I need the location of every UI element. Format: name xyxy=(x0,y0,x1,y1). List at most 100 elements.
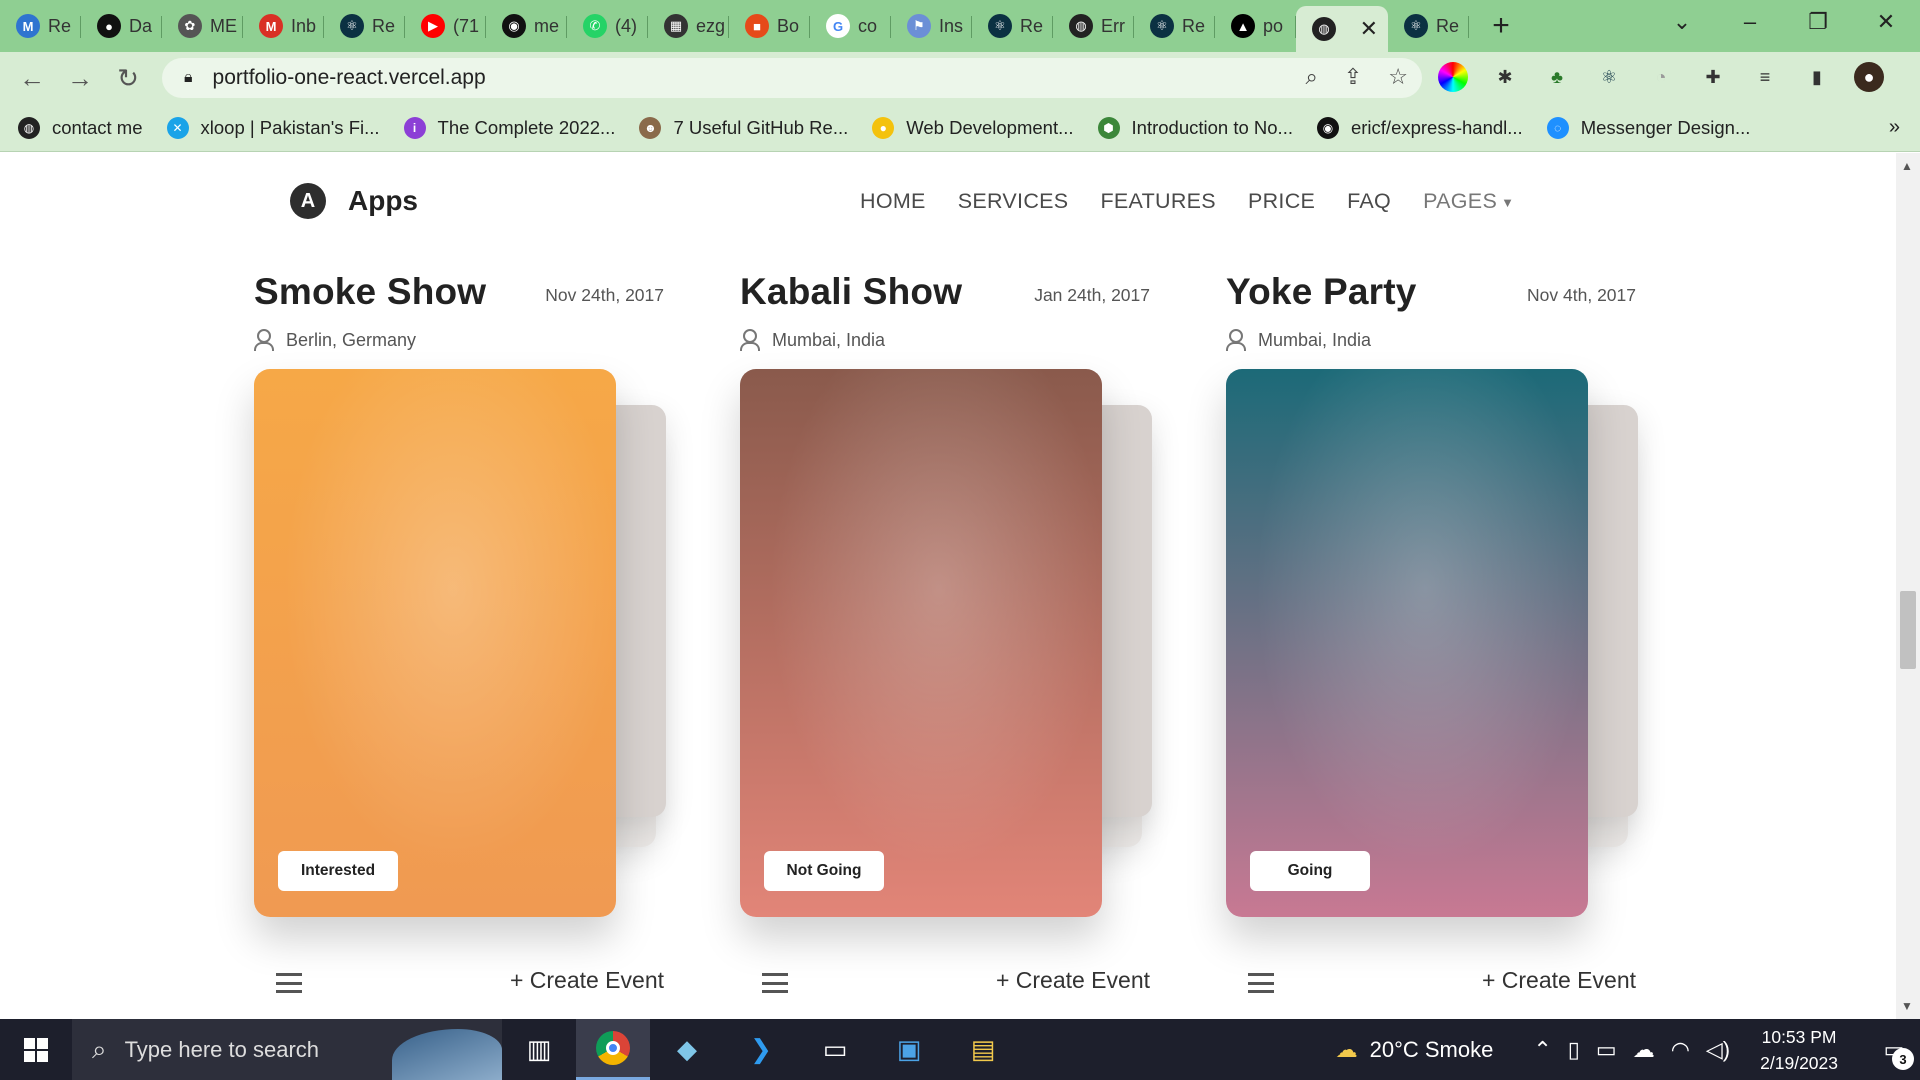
react-devtools-icon[interactable]: ⚛ xyxy=(1594,62,1624,92)
bookmark-item[interactable]: i The Complete 2022... xyxy=(403,116,615,139)
battery-icon[interactable]: ▭ xyxy=(1596,1037,1617,1063)
browser-tab[interactable]: ▦ ezg xyxy=(648,6,729,46)
more-bookmarks-icon[interactable]: » xyxy=(1889,116,1900,139)
address-bar[interactable]: 🔒︎ portfolio-one-react.vercel.app ⌕ ⇪ ☆ xyxy=(162,58,1422,98)
browser-tab[interactable]: ⚛ Re xyxy=(1134,6,1215,46)
system-tray: ☁ 20°C Smoke ⌃ ▯ ▭ ☁ ◠ ◁) 10:53 PM 2/19/… xyxy=(1336,1019,1920,1080)
browser-tab[interactable]: ■ Bo xyxy=(729,6,810,46)
close-tab-icon[interactable]: ✕ xyxy=(1360,16,1378,42)
browser-tab[interactable]: ✆ (4) xyxy=(567,6,648,46)
browser-tab[interactable]: ✿ ME xyxy=(162,6,243,46)
youtube-icon: ▶ xyxy=(421,14,445,38)
terminal-icon[interactable]: ▭ xyxy=(798,1019,872,1080)
event-header: Yoke Party Nov 4th, 2017 Mumbai, India xyxy=(1226,271,1636,351)
browser-tab[interactable]: M Inb xyxy=(243,6,324,46)
hamburger-menu-icon[interactable] xyxy=(1248,973,1274,993)
event-date: Jan 24th, 2017 xyxy=(1034,285,1150,305)
clock[interactable]: 10:53 PM 2/19/2023 xyxy=(1760,1024,1838,1076)
event-card: Smoke Show Nov 24th, 2017 Berlin, Germany I… xyxy=(254,153,724,1013)
browser-tab[interactable]: ⚛ Re xyxy=(972,6,1053,46)
rsvp-status-button[interactable]: Not Going xyxy=(764,851,884,891)
taskbar-search[interactable]: ⌕ Type here to search xyxy=(72,1019,502,1080)
browser-tab[interactable]: ● Da xyxy=(81,6,162,46)
avatar[interactable]: ● xyxy=(1854,62,1884,92)
bookmark-label: contact me xyxy=(52,116,143,138)
tab-title: Re xyxy=(48,15,72,36)
create-event-button[interactable]: + Create Event xyxy=(510,967,664,994)
bookmark-star-icon[interactable]: ☆ xyxy=(1388,64,1408,90)
browser-tab[interactable]: ⚛ Re xyxy=(1388,6,1469,46)
bookmark-item[interactable]: ☻ 7 Useful GitHub Re... xyxy=(639,116,849,139)
browser-tab[interactable]: ◍ ✕ xyxy=(1296,6,1388,52)
tab-title: Re xyxy=(1436,15,1460,36)
rsvp-status-button[interactable]: Interested xyxy=(278,851,398,891)
browser-tab[interactable]: ◉ me xyxy=(486,6,567,46)
scroll-thumb[interactable] xyxy=(1900,591,1916,669)
create-event-button[interactable]: + Create Event xyxy=(1482,967,1636,994)
bookmark-item[interactable]: ● Web Development... xyxy=(872,116,1074,139)
browser-tab[interactable]: M Re xyxy=(0,6,81,46)
new-tab-button[interactable]: + xyxy=(1469,9,1533,43)
hamburger-menu-icon[interactable] xyxy=(276,973,302,993)
volume-icon[interactable]: ◁) xyxy=(1706,1037,1730,1063)
html-icon[interactable]: ♣ xyxy=(1542,62,1572,92)
minimize-icon[interactable]: – xyxy=(1716,0,1784,44)
browser-tab[interactable]: Gco xyxy=(810,6,891,46)
rsvp-status-button[interactable]: Going xyxy=(1250,851,1370,891)
bookmark-item[interactable]: ◍ contact me xyxy=(18,116,143,139)
window-controls: ⌄ – ❐ ✕ xyxy=(1648,0,1920,44)
event-photo[interactable]: Going xyxy=(1226,369,1588,917)
back-icon[interactable]: ← xyxy=(8,58,56,98)
device-icon[interactable]: ▯ xyxy=(1568,1037,1580,1063)
bookmark-item[interactable]: ✕ xloop | Pakistan's Fi... xyxy=(166,116,380,139)
tab-list: M Re ● Da ✿ ME M Inb ⚛ Re ▶ (71 ◉ me ✆ (4) ▦ ezg ■ Bo Gco ⚑ In… xyxy=(0,0,1469,52)
loader-icon[interactable]: ◔ xyxy=(1646,62,1676,92)
close-window-icon[interactable]: ✕ xyxy=(1852,0,1920,44)
forward-icon[interactable]: → xyxy=(56,58,104,98)
media-icon[interactable]: ≡ xyxy=(1750,62,1780,92)
event-photo[interactable]: Not Going xyxy=(740,369,1102,917)
photos-icon[interactable]: ▣ xyxy=(872,1019,946,1080)
vscode-icon[interactable]: ❯ xyxy=(724,1019,798,1080)
zoom-icon[interactable]: ⌕ xyxy=(1306,64,1318,90)
task-view-icon[interactable]: ▥ xyxy=(502,1019,576,1080)
chevron-up-icon[interactable]: ⌃ xyxy=(1533,1037,1551,1063)
hamburger-menu-icon[interactable] xyxy=(762,973,788,993)
cloud-icon[interactable]: ☁ xyxy=(1633,1037,1655,1063)
browser-tab[interactable]: ◍ Err xyxy=(1053,6,1134,46)
ezgif-icon: ▦ xyxy=(664,14,688,38)
scroll-up-icon[interactable]: ▲ xyxy=(1901,159,1913,173)
tab-title: me xyxy=(534,15,560,36)
color-picker-icon[interactable] xyxy=(1438,62,1468,92)
browser-tab[interactable]: ▶ (71 xyxy=(405,6,486,46)
scroll-down-icon[interactable]: ▼ xyxy=(1901,999,1913,1013)
browser-tab[interactable]: ▲ po xyxy=(1215,6,1296,46)
side-panel-icon[interactable]: ▮ xyxy=(1802,62,1832,92)
weather-icon: ☁ xyxy=(1335,1036,1358,1062)
weather-widget[interactable]: ☁ 20°C Smoke xyxy=(1336,1037,1494,1063)
share-icon[interactable]: ⇪ xyxy=(1344,64,1362,90)
wifi-icon[interactable]: ◠ xyxy=(1671,1037,1690,1063)
notes-app-icon[interactable]: ◆ xyxy=(650,1019,724,1080)
event-photo[interactable]: Interested xyxy=(254,369,616,917)
browser-tab[interactable]: ⚑ Ins xyxy=(891,6,972,46)
globe-icon: ◍ xyxy=(18,116,40,139)
create-event-button[interactable]: + Create Event xyxy=(996,967,1150,994)
menu-kebab-icon[interactable]: ⋮ xyxy=(1906,62,1920,92)
restore-icon[interactable]: ❐ xyxy=(1784,0,1852,44)
page-scrollbar[interactable]: ▲ ▼ xyxy=(1896,153,1920,1019)
browser-tab[interactable]: ⚛ Re xyxy=(324,6,405,46)
bookmark-item[interactable]: ◉ ericf/express-handl... xyxy=(1316,116,1523,139)
notification-center-icon[interactable]: ▭ 3 xyxy=(1868,1019,1920,1080)
bug-icon[interactable]: ✱ xyxy=(1490,62,1520,92)
extensions-puzzle-icon[interactable]: ✚ xyxy=(1698,62,1728,92)
tab-search-icon[interactable]: ⌄ xyxy=(1648,0,1716,44)
tab-title: Inb xyxy=(291,15,317,36)
bookmark-item[interactable]: ◌ Messenger Design... xyxy=(1546,116,1750,139)
bookmark-item[interactable]: ⬢ Introduction to No... xyxy=(1097,116,1293,139)
bookmark-label: 7 Useful GitHub Re... xyxy=(673,116,849,138)
reload-icon[interactable]: ↻ xyxy=(104,58,152,98)
file-explorer-icon[interactable]: ▤ xyxy=(946,1019,1020,1080)
start-button[interactable] xyxy=(0,1019,72,1080)
chrome-icon[interactable] xyxy=(576,1019,650,1080)
